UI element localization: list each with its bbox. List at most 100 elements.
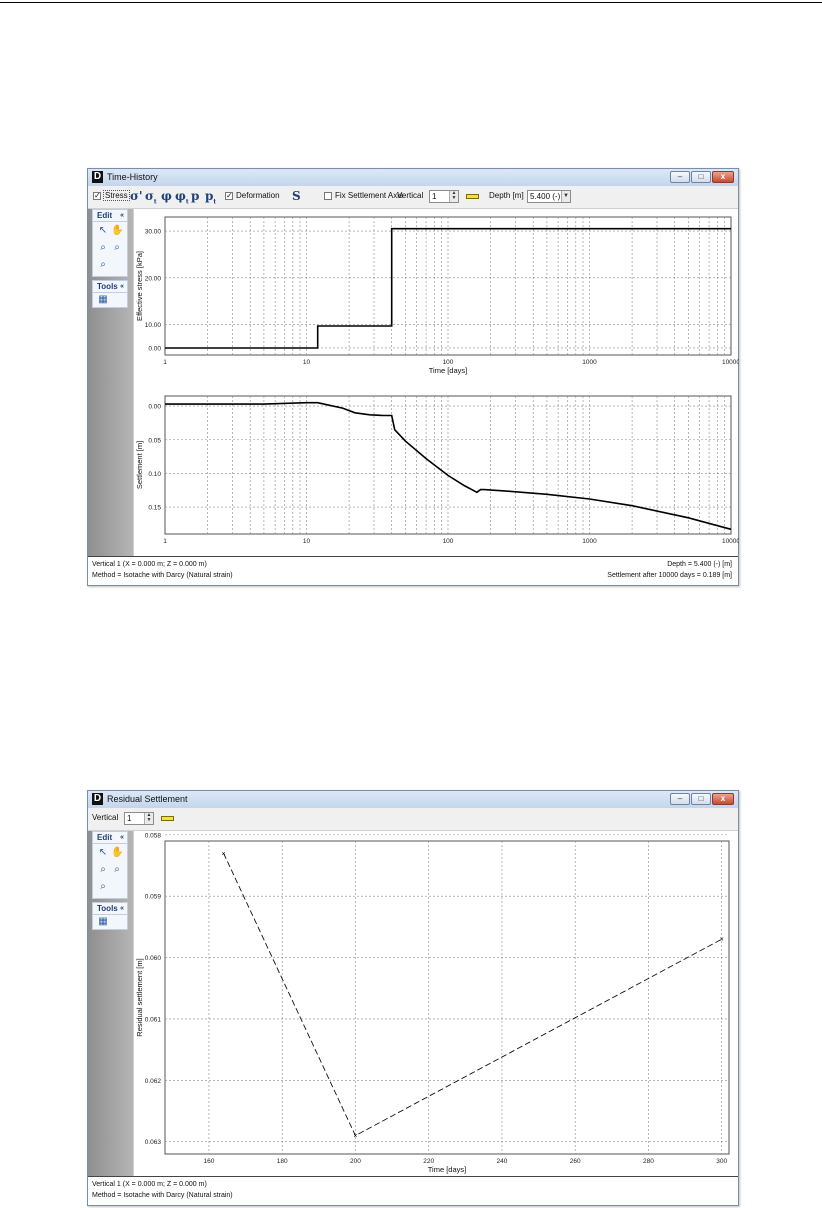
y-tick-label: 0.05 bbox=[148, 437, 161, 444]
maximize-button[interactable]: □ bbox=[691, 793, 711, 805]
zoom-out-icon[interactable]: ⌕ bbox=[111, 864, 123, 876]
plot-area: 0.058 0.059 0.060 0.061 0.062 0.063 160 180 200 2… bbox=[133, 831, 738, 1176]
edit-panel-header[interactable]: Edit « bbox=[93, 832, 127, 844]
y-axis-label: Settlement [m] bbox=[135, 441, 144, 489]
ruler-icon[interactable] bbox=[466, 194, 479, 199]
chart-properties-icon[interactable]: ▦ bbox=[97, 294, 109, 306]
x-tick-label: 100 bbox=[443, 538, 454, 545]
x-tick-label: 10 bbox=[303, 359, 311, 366]
y-tick-label: 0.059 bbox=[145, 894, 162, 901]
zoom-window-icon[interactable]: ⌕ bbox=[97, 259, 109, 271]
fix-settlement-axis-checkbox[interactable] bbox=[324, 192, 332, 200]
x-tick-label: 160 bbox=[204, 1158, 215, 1165]
data-point-marker: × bbox=[222, 851, 226, 858]
stress-label: Stress bbox=[103, 190, 130, 201]
chevron-down-icon[interactable]: ▼ bbox=[561, 191, 570, 202]
x-tick-label: 1000 bbox=[582, 538, 597, 545]
depth-label: Depth [m] bbox=[489, 191, 524, 200]
pointer-icon[interactable]: ↖ bbox=[97, 225, 109, 237]
x-tick-label: 1 bbox=[163, 359, 167, 366]
status-method: Method = Isotache with Darcy (Natural st… bbox=[92, 1192, 233, 1199]
zoom-out-icon[interactable]: ⌕ bbox=[111, 242, 123, 254]
x-tick-label: 1 bbox=[163, 538, 167, 545]
vertical-value: 1 bbox=[127, 814, 132, 823]
y-tick-label: 20.00 bbox=[145, 275, 162, 282]
plot-area: 30.00 20.00 10.00 0.00 1 10 100 1000 10000 Time [… bbox=[133, 209, 739, 556]
effective-stress-chart: 30.00 20.00 10.00 0.001 10 100 1000 10000 Time [… bbox=[135, 216, 739, 375]
ruler-icon[interactable] bbox=[161, 816, 174, 821]
sigma-prime-icon[interactable]: σ' bbox=[130, 189, 143, 203]
x-tick-label: 100 bbox=[443, 359, 454, 366]
vertical-spinner[interactable]: 1 ▲ ▼ bbox=[124, 812, 154, 825]
phi-prime-icon[interactable]: φt bbox=[175, 189, 189, 205]
settlement-chart: 0.00 0.05 0.10 0.15 1 10 100 1000 10000 Settlemen… bbox=[135, 395, 739, 545]
y-tick-label: 0.00 bbox=[148, 404, 161, 411]
title-bar: D Residual Settlement – □ x bbox=[88, 791, 738, 809]
depth-select[interactable]: 5.400 (-) ▼ bbox=[527, 190, 571, 203]
status-bar: Vertical 1 (X = 0.000 m; Z = 0.000 m) Me… bbox=[88, 556, 738, 585]
pan-hand-icon[interactable]: ✋ bbox=[111, 847, 123, 859]
x-tick-label: 10 bbox=[303, 538, 311, 545]
y-tick-label: 0.058 bbox=[145, 832, 162, 839]
vertical-label: Vertical bbox=[397, 191, 424, 200]
deformation-label: Deformation bbox=[236, 191, 280, 200]
collapse-icon[interactable]: « bbox=[120, 903, 124, 914]
edit-panel-header[interactable]: Edit « bbox=[93, 210, 127, 222]
side-panel: Edit « ↖ ✋ ⌕ ⌕ ⌕ Tools « ▦ bbox=[88, 209, 133, 556]
x-tick-label: 180 bbox=[277, 1158, 288, 1165]
minimize-button[interactable]: – bbox=[670, 793, 690, 805]
d-logo-icon: D bbox=[92, 171, 103, 183]
spinner-arrows-icon[interactable]: ▲ ▼ bbox=[144, 813, 153, 824]
stress-checkbox[interactable]: ✓ bbox=[93, 192, 101, 200]
vertical-value: 1 bbox=[432, 192, 437, 201]
sigma-icon[interactable]: σt bbox=[145, 189, 157, 205]
data-point-marker: × bbox=[720, 937, 724, 944]
tools-panel: Tools « ▦ bbox=[92, 902, 128, 930]
y-tick-label: 0.063 bbox=[145, 1139, 162, 1146]
maximize-button[interactable]: □ bbox=[691, 171, 711, 183]
tools-label: Tools bbox=[97, 282, 118, 291]
status-depth: Depth = 5.400 (-) [m] bbox=[667, 561, 732, 568]
tools-panel-header[interactable]: Tools « bbox=[93, 903, 127, 915]
zoom-window-icon[interactable]: ⌕ bbox=[97, 881, 109, 893]
y-tick-label: 0.15 bbox=[148, 505, 161, 512]
p-prime-icon[interactable]: pt bbox=[205, 189, 216, 205]
toolbar: ✓ Stress σ' σt φ φt p pt ✓ Deformation S… bbox=[88, 186, 738, 209]
window-title: Time-History bbox=[107, 172, 158, 182]
x-axis-label: Time [days] bbox=[429, 366, 467, 375]
edit-label: Edit bbox=[97, 833, 113, 842]
p-icon[interactable]: p bbox=[191, 189, 199, 203]
time-history-window: D Time-History – □ x ✓ Stress σ' σt φ φt… bbox=[87, 168, 739, 586]
x-tick-label: 10000 bbox=[722, 538, 739, 545]
y-tick-label: 0.062 bbox=[145, 1078, 162, 1085]
title-bar: D Time-History – □ x bbox=[88, 169, 738, 187]
close-button[interactable]: x bbox=[712, 793, 734, 805]
data-point-marker: × bbox=[353, 1133, 357, 1140]
close-button[interactable]: x bbox=[712, 171, 734, 183]
side-panel: Edit « ↖ ✋ ⌕ ⌕ ⌕ Tools « ▦ bbox=[88, 831, 133, 1176]
vertical-spinner[interactable]: 1 ▲ ▼ bbox=[429, 190, 459, 203]
x-tick-label: 260 bbox=[570, 1158, 581, 1165]
d-logo-icon: D bbox=[92, 793, 103, 805]
zoom-in-icon[interactable]: ⌕ bbox=[97, 864, 109, 876]
s-icon[interactable]: S bbox=[292, 189, 301, 203]
tools-panel-header[interactable]: Tools « bbox=[93, 281, 127, 293]
y-tick-label: 0.061 bbox=[145, 1016, 162, 1023]
collapse-icon[interactable]: « bbox=[120, 281, 124, 292]
y-tick-label: 0.10 bbox=[148, 471, 161, 478]
pointer-icon[interactable]: ↖ bbox=[97, 847, 109, 859]
fix-settlement-axis-label: Fix Settlement Axis bbox=[335, 191, 404, 200]
minimize-button[interactable]: – bbox=[670, 171, 690, 183]
collapse-icon[interactable]: « bbox=[120, 210, 124, 221]
window-title: Residual Settlement bbox=[107, 794, 188, 804]
deformation-checkbox[interactable]: ✓ bbox=[225, 192, 233, 200]
spinner-arrows-icon[interactable]: ▲ ▼ bbox=[449, 191, 458, 202]
zoom-in-icon[interactable]: ⌕ bbox=[97, 242, 109, 254]
vertical-label: Vertical bbox=[92, 813, 119, 822]
collapse-icon[interactable]: « bbox=[120, 832, 124, 843]
pan-hand-icon[interactable]: ✋ bbox=[111, 225, 123, 237]
chart-properties-icon[interactable]: ▦ bbox=[97, 916, 109, 928]
phi-icon[interactable]: φ bbox=[161, 189, 172, 203]
status-bar: Vertical 1 (X = 0.000 m; Z = 0.000 m) Me… bbox=[88, 1176, 738, 1205]
tools-panel: Tools « ▦ bbox=[92, 280, 128, 308]
